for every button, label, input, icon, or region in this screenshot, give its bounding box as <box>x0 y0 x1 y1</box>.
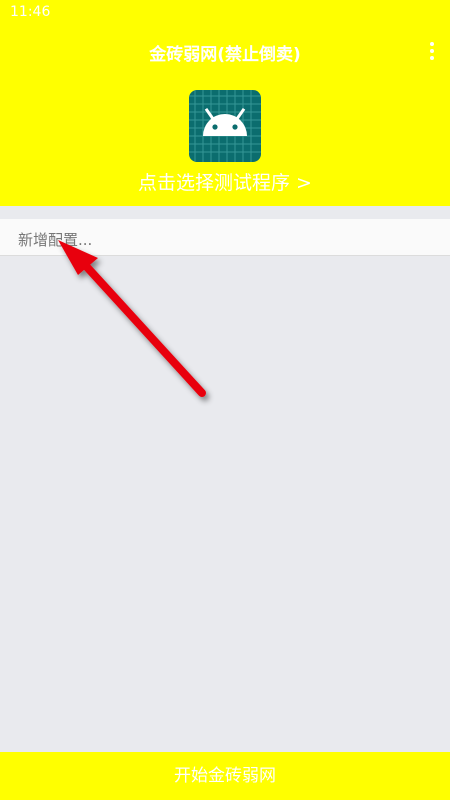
more-vert-icon[interactable] <box>428 42 436 62</box>
header: 金砖弱网(禁止倒卖) 点击选择测试程序 > <box>0 26 450 206</box>
android-icon[interactable] <box>189 90 261 162</box>
status-bar: 11:46 <box>0 0 450 26</box>
add-config-item[interactable]: 新增配置... <box>0 219 450 256</box>
select-program-button[interactable]: 点击选择测试程序 > <box>0 168 450 195</box>
arrow-shaft <box>82 262 206 397</box>
start-button[interactable]: 开始金砖弱网 <box>0 752 450 800</box>
add-config-label: 新增配置... <box>18 231 93 249</box>
app-icon-graphic <box>189 90 261 162</box>
status-time: 11:46 <box>10 4 51 20</box>
page-title: 金砖弱网(禁止倒卖) <box>149 45 301 65</box>
